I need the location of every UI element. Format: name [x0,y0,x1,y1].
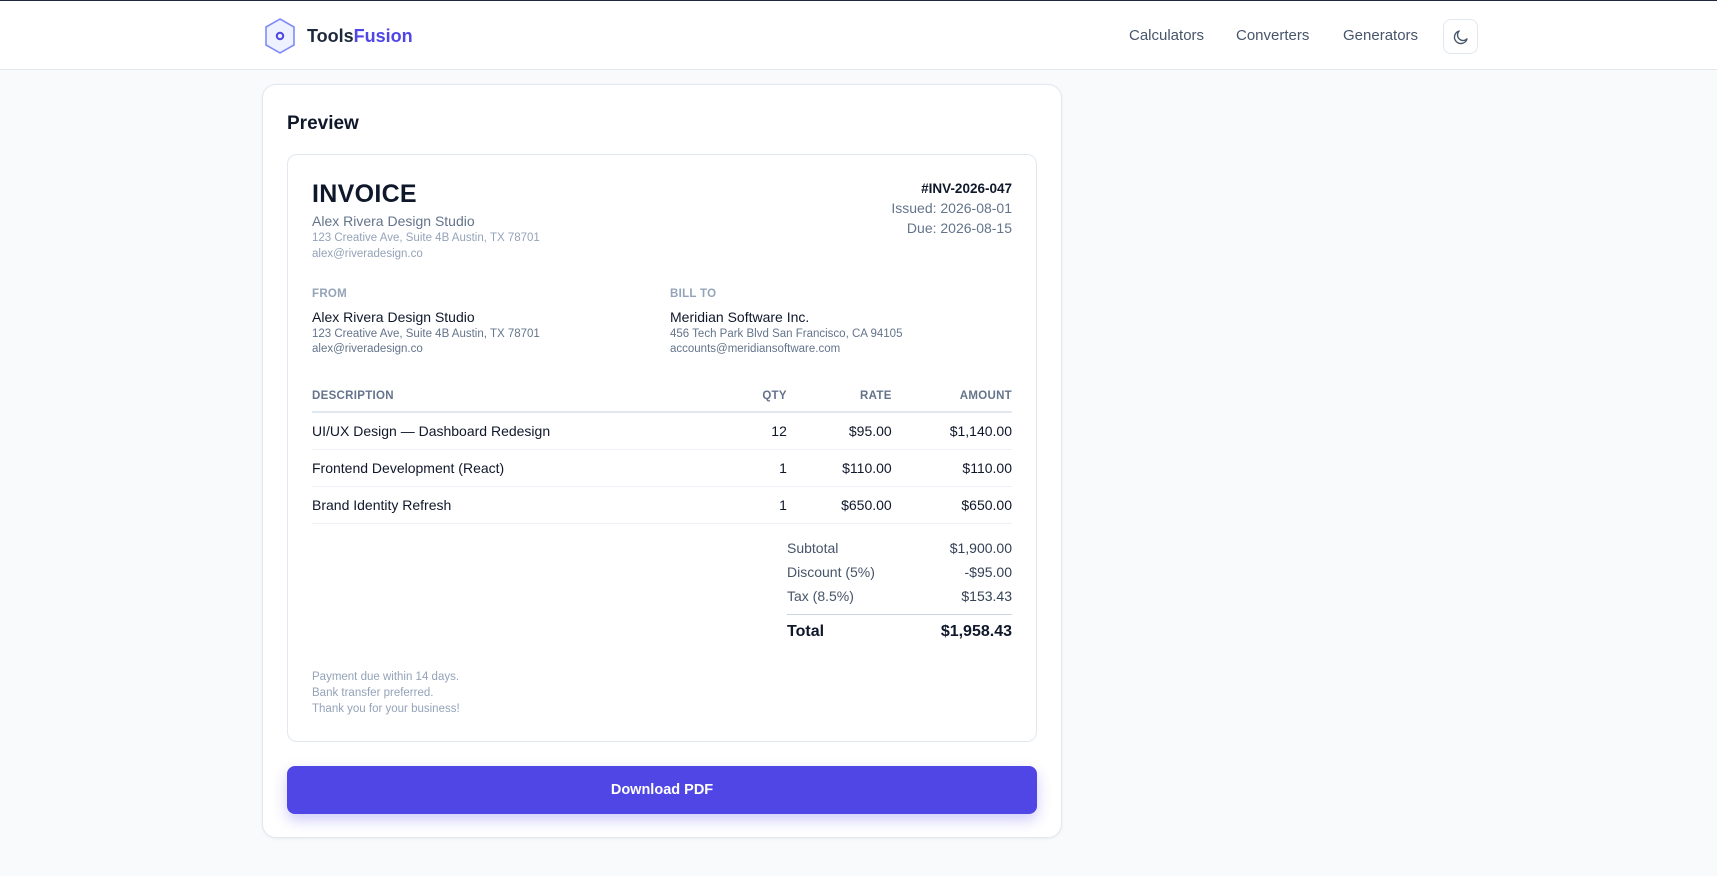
item-amount: $1,140.00 [891,412,1012,450]
preview-card: Preview INVOICE Alex Rivera Design Studi… [262,84,1062,838]
moon-icon [1453,29,1468,44]
invoice-number: #INV-2026-047 [921,181,1012,196]
column-header-amount: AMOUNT [891,380,1012,413]
from-label: FROM [312,288,348,300]
nav-link-generators[interactable]: Generators [1343,27,1418,44]
subtotal-label: Subtotal [787,540,839,556]
item-amount: $110.00 [891,449,1012,487]
item-qty: 1 [743,449,787,487]
invoice-preview: INVOICE Alex Rivera Design Studio 123 Cr… [287,154,1037,742]
discount-row: Discount (5%) -$95.00 [787,560,1012,584]
invoice-company-name: Alex Rivera Design Studio [312,213,475,229]
total-label: Total [787,623,825,640]
invoice-notes: Payment due within 14 days. Bank transfe… [312,669,460,717]
note-line: Thank you for your business! [312,703,460,715]
table-row: Frontend Development (React) 1 $110.00 $… [312,449,1012,487]
subtotal-value: $1,900.00 [949,540,1012,556]
brand-logo-link[interactable]: ToolsFusion [263,17,413,55]
item-description: UI/UX Design — Dashboard Redesign [312,412,744,450]
column-header-description: DESCRIPTION [312,380,744,413]
from-section: FROM Alex Rivera Design Studio 123 Creat… [312,288,642,355]
bill-to-label: BILL TO [670,288,717,300]
bill-to-section: BILL TO Meridian Software Inc. 456 Tech … [670,288,1010,355]
column-header-rate: RATE [786,380,892,413]
column-header-qty: QTY [743,380,787,413]
bill-to-name: Meridian Software Inc. [670,309,810,325]
subtotal-row: Subtotal $1,900.00 [787,536,1012,560]
nav-link-calculators[interactable]: Calculators [1129,27,1204,44]
item-rate: $95.00 [786,412,892,450]
line-items-table: DESCRIPTION QTY RATE AMOUNT UI/UX Design… [312,380,1012,524]
invoice-issued-date: Issued: 2026-08-01 [891,200,1012,216]
item-amount: $650.00 [891,486,1012,524]
invoice-meta: #INV-2026-047 Issued: 2026-08-01 Due: 20… [891,181,1012,236]
nav-link-converters[interactable]: Converters [1236,27,1309,44]
discount-label: Discount (5%) [787,564,875,580]
note-line: Payment due within 14 days. [312,671,460,683]
hexagon-logo-icon [265,18,295,54]
totals-section: Subtotal $1,900.00 Discount (5%) -$95.00… [787,536,1012,641]
item-rate: $650.00 [786,486,892,524]
preview-title: Preview [287,113,359,134]
item-description: Brand Identity Refresh [312,486,744,524]
invoice-heading: INVOICE [312,180,417,208]
note-line: Bank transfer preferred. [312,687,434,699]
total-row: Total $1,958.43 [787,614,1012,641]
table-header-row: DESCRIPTION QTY RATE AMOUNT [312,380,1012,413]
theme-toggle-button[interactable] [1443,19,1478,54]
item-qty: 1 [743,486,787,524]
from-address: 123 Creative Ave, Suite 4B Austin, TX 78… [312,328,540,340]
item-qty: 12 [743,412,787,450]
top-navbar: ToolsFusion Calculators Converters Gener… [0,0,1717,70]
table-row: Brand Identity Refresh 1 $650.00 $650.00 [312,486,1012,524]
from-email: alex@riveradesign.co [312,343,423,355]
tax-label: Tax (8.5%) [787,588,854,604]
invoice-due-date: Due: 2026-08-15 [906,220,1012,236]
tax-row: Tax (8.5%) $153.43 [787,584,1012,608]
discount-value: -$95.00 [964,564,1012,580]
total-value: $1,958.43 [940,623,1012,640]
table-row: UI/UX Design — Dashboard Redesign 12 $95… [312,412,1012,450]
item-rate: $110.00 [786,449,892,487]
item-description: Frontend Development (React) [312,449,744,487]
brand-name: ToolsFusion [307,25,413,46]
invoice-company-email: alex@riveradesign.co [312,248,423,260]
download-pdf-button[interactable]: Download PDF [287,766,1037,814]
tax-value: $153.43 [961,588,1012,604]
bill-to-address: 456 Tech Park Blvd San Francisco, CA 941… [670,328,903,340]
invoice-company-address: 123 Creative Ave, Suite 4B Austin, TX 78… [312,232,540,244]
bill-to-email: accounts@meridiansoftware.com [670,343,841,355]
from-name: Alex Rivera Design Studio [312,309,475,325]
